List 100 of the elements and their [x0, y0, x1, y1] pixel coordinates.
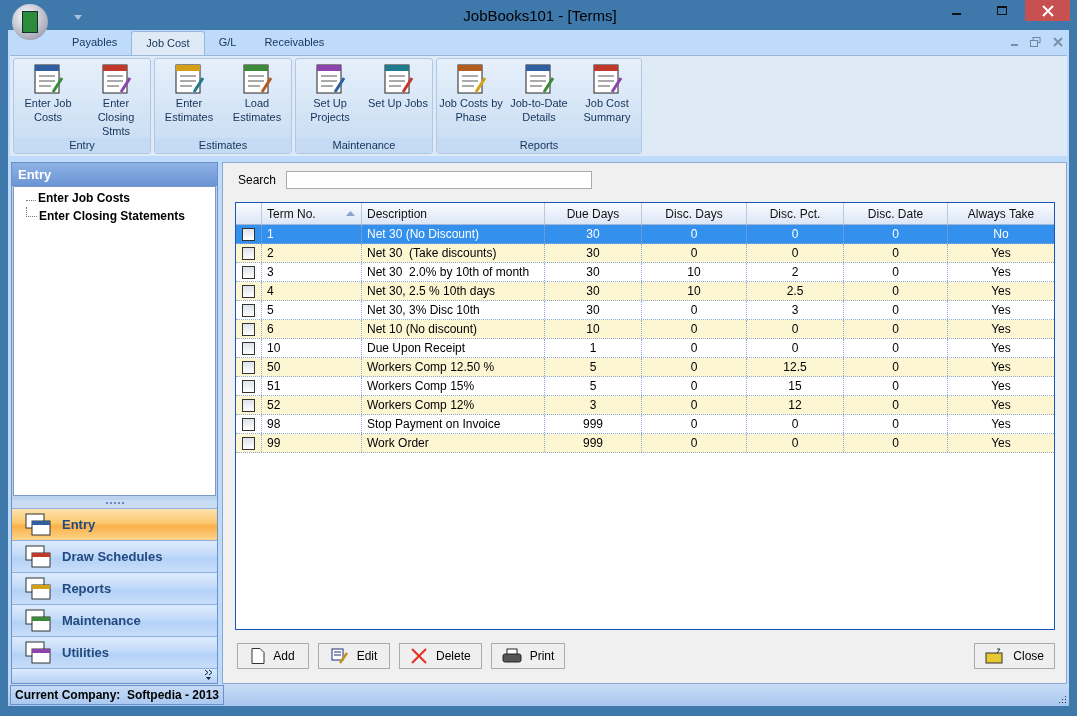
ribbon-tab[interactable]: Receivables — [250, 31, 339, 55]
action-button[interactable]: Edit — [318, 643, 390, 669]
group-label: Estimates — [155, 138, 291, 153]
table-cell: 0 — [843, 282, 947, 300]
row-checkbox[interactable] — [242, 436, 255, 450]
table-cell: 1 — [261, 225, 361, 243]
document-icon — [381, 62, 415, 96]
resize-grip-icon[interactable] — [1057, 694, 1067, 704]
row-checkbox[interactable] — [242, 322, 255, 336]
table-row[interactable]: 4 Net 30, 2.5 % 10th days 30 10 2.5 0 Yes — [236, 282, 1054, 301]
row-checkbox[interactable] — [242, 227, 255, 241]
table-cell: 0 — [843, 244, 947, 262]
row-checkbox[interactable] — [242, 284, 255, 298]
ribbon-button[interactable]: Job-to-Date Details — [505, 59, 573, 138]
table-cell: Yes — [947, 244, 1054, 262]
row-checkbox[interactable] — [242, 303, 255, 317]
table-cell: 0 — [843, 339, 947, 357]
table-row[interactable]: 99 Work Order 999 0 0 0 Yes — [236, 434, 1054, 453]
action-button[interactable]: Print — [490, 643, 566, 669]
table-row[interactable]: 3 Net 30 2.0% by 10th of month 30 10 2 0 Yes — [236, 263, 1054, 282]
table-cell: 10 — [641, 263, 746, 281]
search-label: Search — [238, 173, 277, 187]
ribbon-button[interactable]: Load Estimates — [223, 59, 291, 138]
ribbon-button[interactable]: Enter Closing Stmts — [82, 59, 150, 138]
table-cell: 999 — [544, 434, 641, 452]
table-row[interactable]: 51 Workers Comp 15% 5 0 15 0 Yes — [236, 377, 1054, 396]
table-cell: 3 — [544, 396, 641, 414]
table-row[interactable]: 50 Workers Comp 12.50 % 5 0 12.5 0 Yes — [236, 358, 1054, 377]
table-cell: Due Upon Receipt — [361, 339, 544, 357]
tree-item[interactable]: Enter Job Costs — [36, 191, 130, 205]
document-icon — [313, 62, 347, 96]
table-cell: 0 — [746, 320, 843, 338]
cross-icon — [410, 647, 428, 665]
table-cell: 12.5 — [746, 358, 843, 376]
table-row[interactable]: 5 Net 30, 3% Disc 10th 30 0 3 0 Yes — [236, 301, 1054, 320]
row-checkbox[interactable] — [242, 360, 255, 374]
table-row[interactable]: 2 Net 30 (Take discounts) 30 0 0 0 Yes — [236, 244, 1054, 263]
ribbon-button[interactable]: Enter Job Costs — [14, 59, 82, 138]
column-header[interactable]: Disc. Date — [843, 203, 947, 224]
windows-icon — [22, 575, 54, 602]
folder-icon — [985, 648, 1006, 664]
column-header[interactable]: Term No. — [261, 203, 361, 224]
table-cell: 0 — [843, 225, 947, 243]
table-cell: 0 — [641, 434, 746, 452]
table-row[interactable]: 6 Net 10 (No discount) 10 0 0 0 Yes — [236, 320, 1054, 339]
table-cell: 4 — [261, 282, 361, 300]
table-cell: 0 — [746, 244, 843, 262]
column-header[interactable]: Description — [361, 203, 544, 224]
ribbon-tab[interactable]: Job Cost — [131, 31, 205, 55]
close-button[interactable]: Close — [974, 643, 1055, 669]
nav-item[interactable]: Reports — [12, 572, 217, 604]
ribbon-button[interactable]: Set Up Projects — [296, 59, 364, 138]
column-header[interactable]: Disc. Days — [641, 203, 746, 224]
row-checkbox[interactable] — [242, 246, 255, 260]
table-cell: 0 — [843, 263, 947, 281]
ribbon-tab[interactable]: Payables — [58, 31, 132, 55]
table-cell: 0 — [843, 396, 947, 414]
action-button[interactable]: Add — [237, 643, 309, 669]
close-icon[interactable] — [1025, 0, 1070, 21]
splitter-handle[interactable] — [12, 500, 217, 508]
action-button[interactable]: Delete — [399, 643, 482, 669]
ribbon-button[interactable]: Job Cost Summary — [573, 59, 641, 138]
row-checkbox[interactable] — [242, 341, 255, 355]
search-field[interactable] — [286, 171, 593, 189]
table-cell: 0 — [641, 301, 746, 319]
nav-item[interactable]: Maintenance — [12, 604, 217, 636]
ribbon-tab[interactable]: G/L — [204, 31, 251, 55]
row-checkbox[interactable] — [242, 398, 255, 412]
column-header[interactable]: Due Days — [544, 203, 641, 224]
quick-access-caret-icon[interactable] — [74, 14, 82, 20]
table-cell: 15 — [746, 377, 843, 395]
document-icon — [454, 62, 488, 96]
column-header[interactable]: Always Take — [947, 203, 1054, 224]
table-cell: 0 — [641, 358, 746, 376]
table-row[interactable]: 98 Stop Payment on Invoice 999 0 0 0 Yes — [236, 415, 1054, 434]
restore-icon[interactable] — [1030, 37, 1041, 47]
document-icon — [99, 62, 133, 96]
column-header[interactable]: Disc. Pct. — [746, 203, 843, 224]
table-row[interactable]: 10 Due Upon Receipt 1 0 0 0 Yes — [236, 339, 1054, 358]
table-cell: 2 — [746, 263, 843, 281]
table-cell: Yes — [947, 415, 1054, 433]
ribbon-button[interactable]: Job Costs by Phase — [437, 59, 505, 138]
table-cell: 12 — [746, 396, 843, 414]
ribbon-button[interactable]: Enter Estimates — [155, 59, 223, 138]
table-cell: 3 — [261, 263, 361, 281]
row-checkbox[interactable] — [242, 417, 255, 431]
row-checkbox[interactable] — [242, 265, 255, 279]
group-label: Entry — [14, 138, 150, 153]
table-row[interactable]: 52 Workers Comp 12% 3 0 12 0 Yes — [236, 396, 1054, 415]
app-logo-icon[interactable] — [12, 4, 48, 40]
nav-item[interactable]: Utilities — [12, 636, 217, 668]
nav-item[interactable]: Entry — [12, 508, 217, 540]
tree-item[interactable]: Enter Closing Statements — [37, 209, 186, 223]
row-checkbox[interactable] — [242, 379, 255, 393]
table-cell: 5 — [544, 377, 641, 395]
more-icon[interactable] — [204, 669, 213, 681]
table-cell: 0 — [641, 244, 746, 262]
ribbon-button[interactable]: Set Up Jobs — [364, 59, 432, 138]
group-label: Maintenance — [296, 138, 432, 153]
nav-item[interactable]: Draw Schedules — [12, 540, 217, 572]
